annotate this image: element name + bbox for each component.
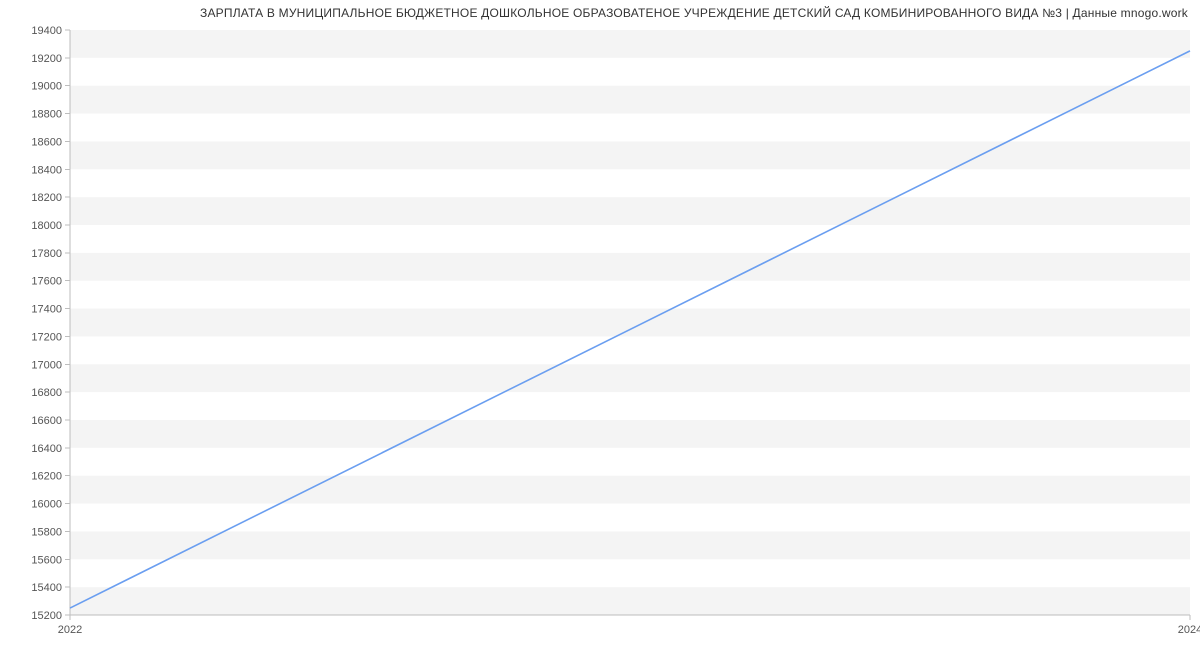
grid-band <box>70 197 1190 225</box>
y-tick-label: 18200 <box>31 192 62 204</box>
grid-band <box>70 587 1190 615</box>
y-tick-label: 17000 <box>31 359 62 371</box>
grid-band <box>70 86 1190 114</box>
x-tick-label: 2022 <box>58 624 82 636</box>
y-tick-label: 18400 <box>31 164 62 176</box>
chart-container: ЗАРПЛАТА В МУНИЦИПАЛЬНОЕ БЮДЖЕТНОЕ ДОШКО… <box>0 0 1200 650</box>
y-tick-label: 17400 <box>31 304 62 316</box>
y-tick-label: 19200 <box>31 53 62 65</box>
y-tick-label: 18800 <box>31 109 62 121</box>
y-tick-label: 17600 <box>31 276 62 288</box>
grid-band <box>70 30 1190 58</box>
grid-band <box>70 420 1190 448</box>
y-tick-label: 15600 <box>31 554 62 566</box>
y-tick-label: 18600 <box>31 136 62 148</box>
chart-svg: 15200 15400 15600 15800 16000 16200 16400 16600… <box>0 0 1200 650</box>
y-tick-label: 16200 <box>31 471 62 483</box>
y-tick-label: 16000 <box>31 499 62 511</box>
y-tick-label: 16800 <box>31 387 62 399</box>
grid-band <box>70 141 1190 169</box>
y-tick-label: 19000 <box>31 81 62 93</box>
x-tick-label: 2024 <box>1178 624 1200 636</box>
y-tick-label: 15800 <box>31 526 62 538</box>
grid-band <box>70 531 1190 559</box>
y-tick-label: 19400 <box>31 25 62 37</box>
grid-band <box>70 253 1190 281</box>
grid-band <box>70 309 1190 337</box>
y-tick-label: 17800 <box>31 248 62 260</box>
y-tick-label: 17200 <box>31 331 62 343</box>
y-tick-label: 16400 <box>31 443 62 455</box>
y-tick-label: 16600 <box>31 415 62 427</box>
y-tick-label: 18000 <box>31 220 62 232</box>
y-tick-label: 15200 <box>31 610 62 622</box>
grid-band <box>70 476 1190 504</box>
y-tick-label: 15400 <box>31 582 62 594</box>
grid-band <box>70 364 1190 392</box>
